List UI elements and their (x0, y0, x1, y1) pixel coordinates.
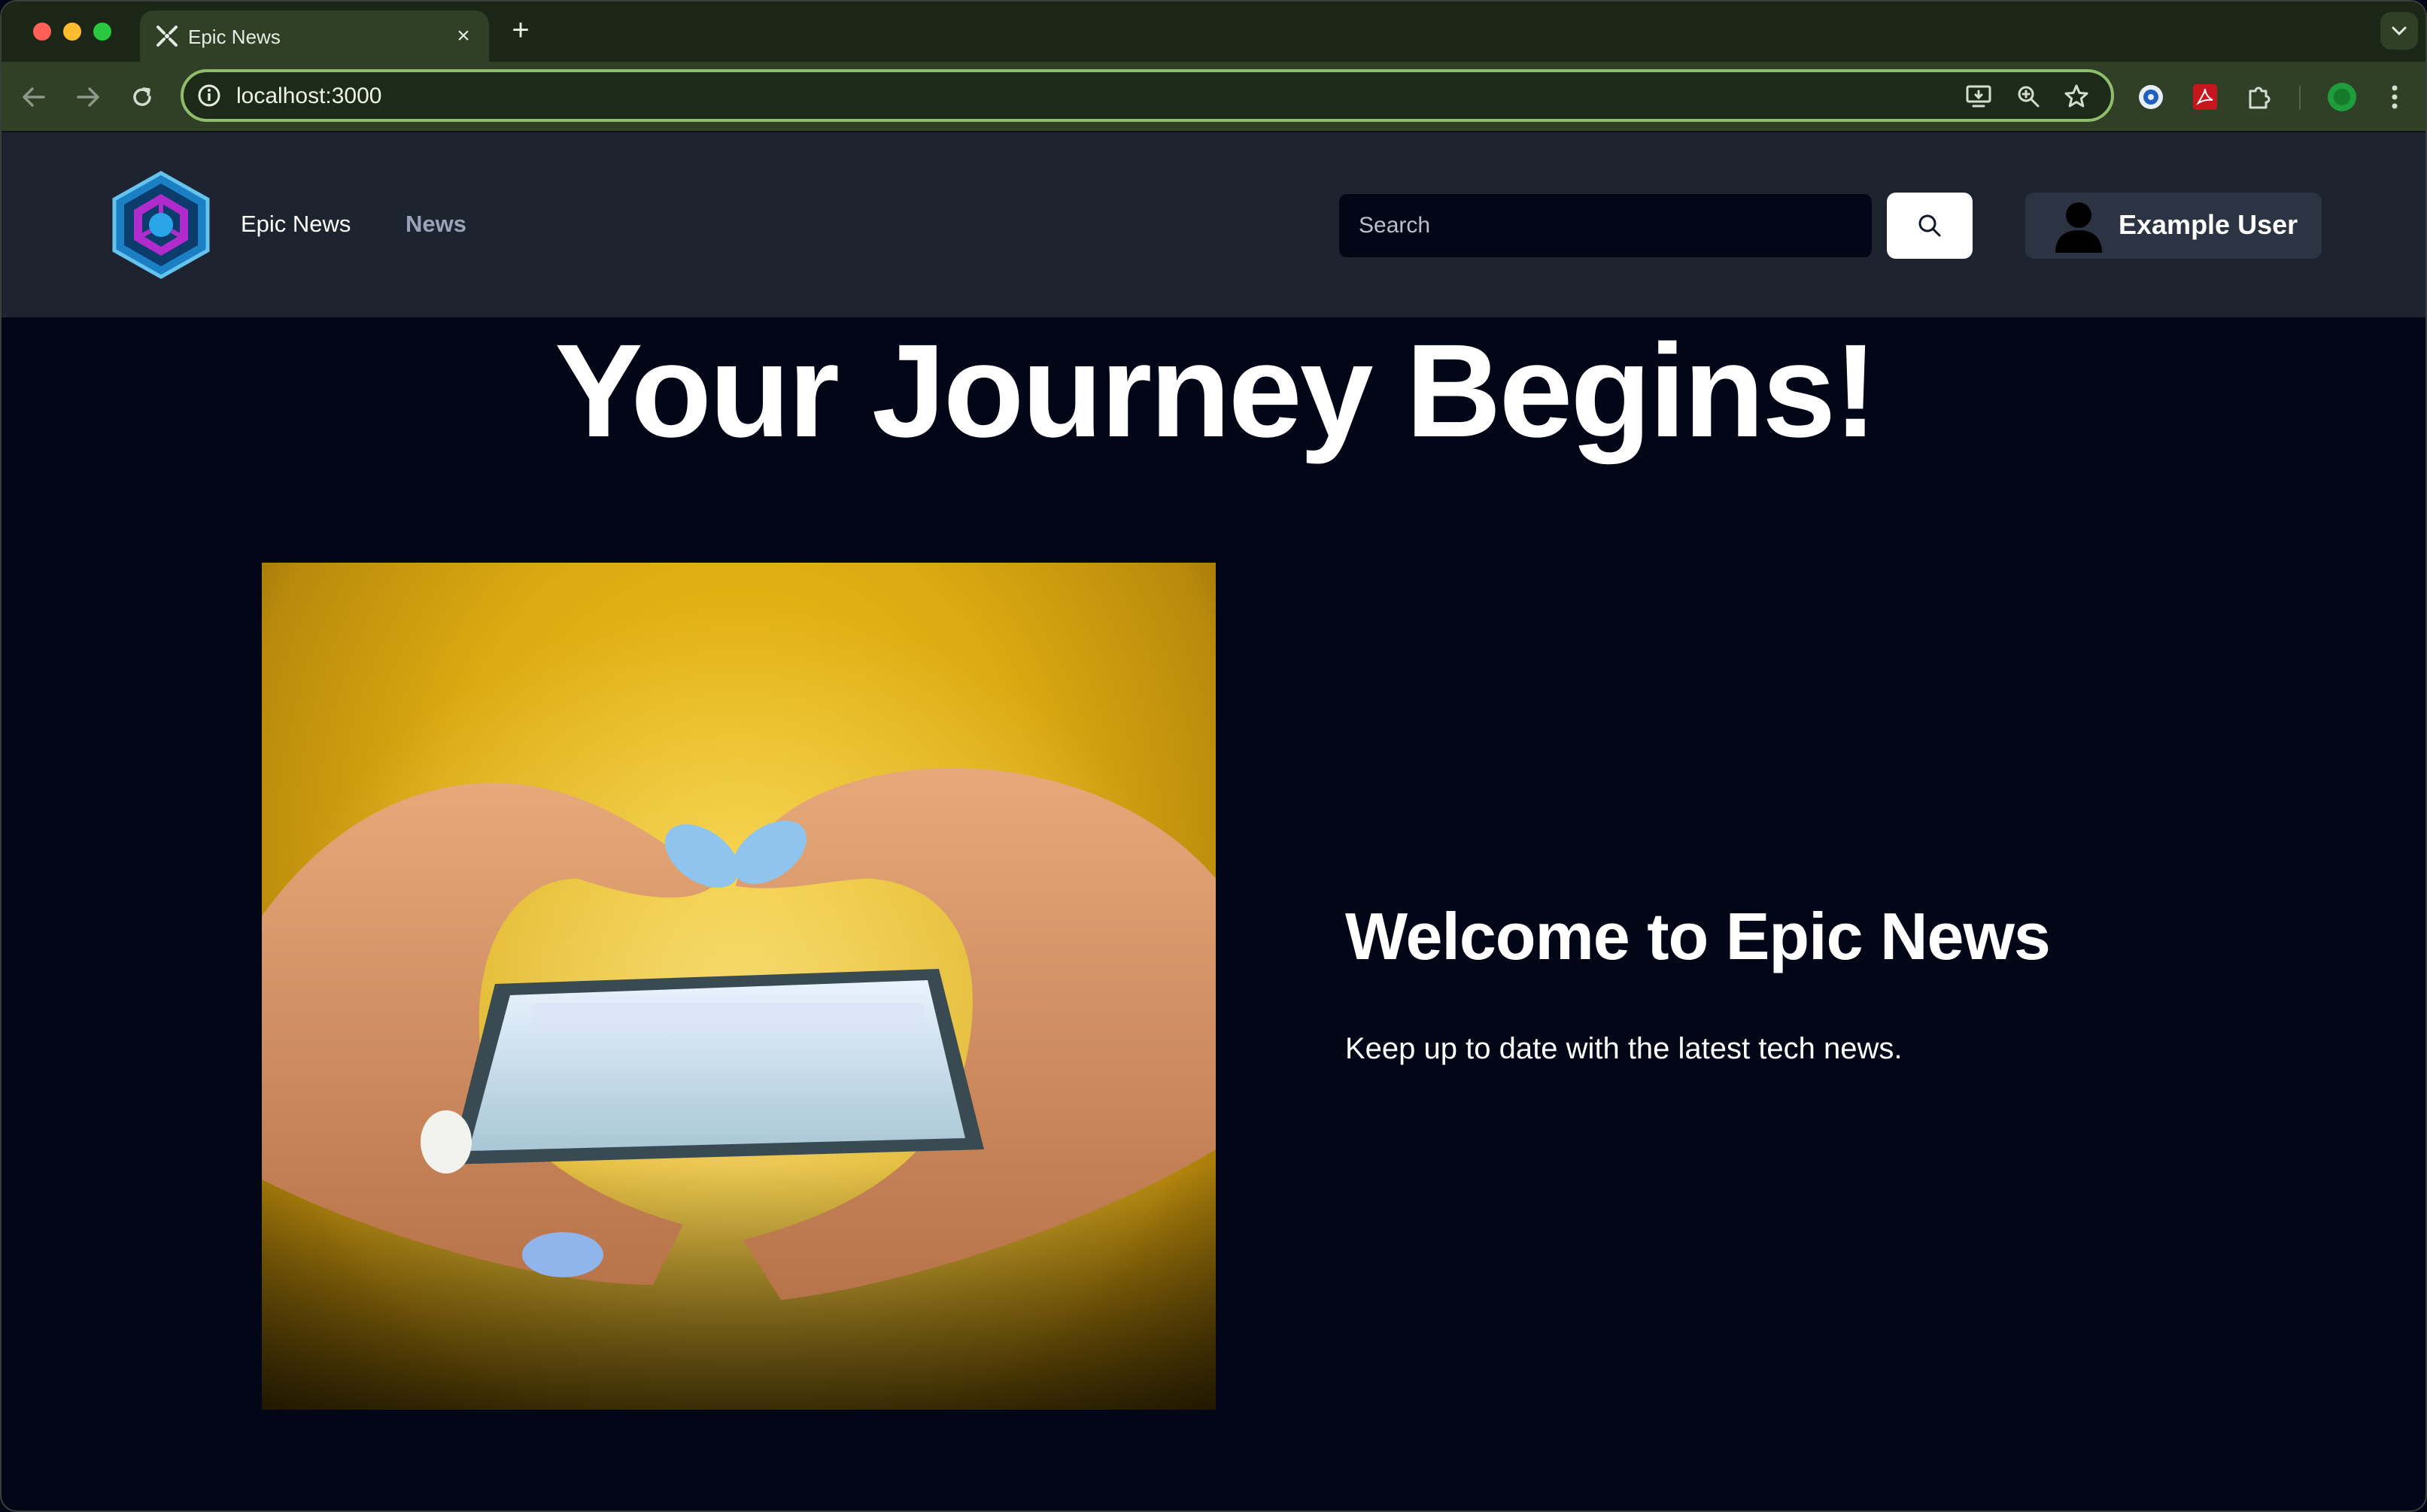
epic-news-logo[interactable] (110, 170, 212, 280)
tab-epic-news[interactable]: Epic News × (140, 11, 489, 62)
new-tab-button[interactable]: + (504, 15, 537, 48)
reload-icon (133, 87, 151, 106)
user-name: Example User (2119, 209, 2298, 240)
browser-toolbar: localhost:3000 (2, 62, 2425, 132)
tab-search-menu-button[interactable] (2380, 12, 2418, 50)
tab-title: Epic News (188, 26, 281, 48)
extensions-puzzle-icon[interactable] (2242, 80, 2277, 114)
chevron-down-icon (2392, 26, 2407, 36)
back-button[interactable] (15, 78, 53, 116)
search-button[interactable] (1887, 193, 1973, 259)
nav-news-link[interactable]: News (406, 211, 466, 238)
arrow-right-icon (77, 87, 99, 107)
page-title: Your Journey Begins! (554, 317, 1878, 465)
phone-in-hands-illustration (262, 563, 1216, 1410)
site-info-icon[interactable] (196, 82, 223, 109)
browser-window: Epic News × + localhost:3000 Epic News N… (0, 0, 2427, 1512)
password-extension-icon[interactable] (2134, 80, 2168, 114)
search-input[interactable] (1339, 194, 1872, 257)
url-text[interactable]: localhost:3000 (236, 83, 381, 109)
bookmark-star-icon[interactable] (2061, 81, 2091, 111)
epic-news-favicon-icon (156, 26, 178, 47)
address-bar[interactable]: localhost:3000 (181, 69, 2114, 122)
tab-close-icon[interactable]: × (448, 21, 478, 51)
profile-avatar-icon[interactable] (2325, 80, 2359, 114)
toolbar-divider (2299, 86, 2301, 110)
tab-strip: Epic News × + (2, 2, 2425, 62)
forward-button[interactable] (69, 78, 107, 116)
site-header: Epic News News Example User (2, 132, 2425, 317)
zoom-window-button[interactable] (93, 23, 111, 41)
zoom-icon[interactable] (2013, 81, 2043, 111)
close-window-button[interactable] (33, 23, 51, 41)
reload-button[interactable] (123, 78, 161, 116)
user-menu-button[interactable]: Example User (2025, 193, 2322, 259)
brand-link[interactable]: Epic News (241, 211, 351, 238)
search-icon (1918, 214, 1941, 237)
welcome-heading: Welcome to Epic News (1345, 899, 2051, 973)
install-app-icon[interactable] (1964, 81, 1994, 111)
arrow-left-icon (23, 87, 45, 107)
browser-menu-icon[interactable] (2377, 80, 2412, 114)
pdf-extension-icon[interactable] (2188, 80, 2222, 114)
welcome-subtitle: Keep up to date with the latest tech new… (1345, 1032, 1903, 1065)
hero-image (262, 563, 1216, 1410)
minimize-window-button[interactable] (63, 23, 81, 41)
user-avatar-icon (2055, 202, 2102, 253)
